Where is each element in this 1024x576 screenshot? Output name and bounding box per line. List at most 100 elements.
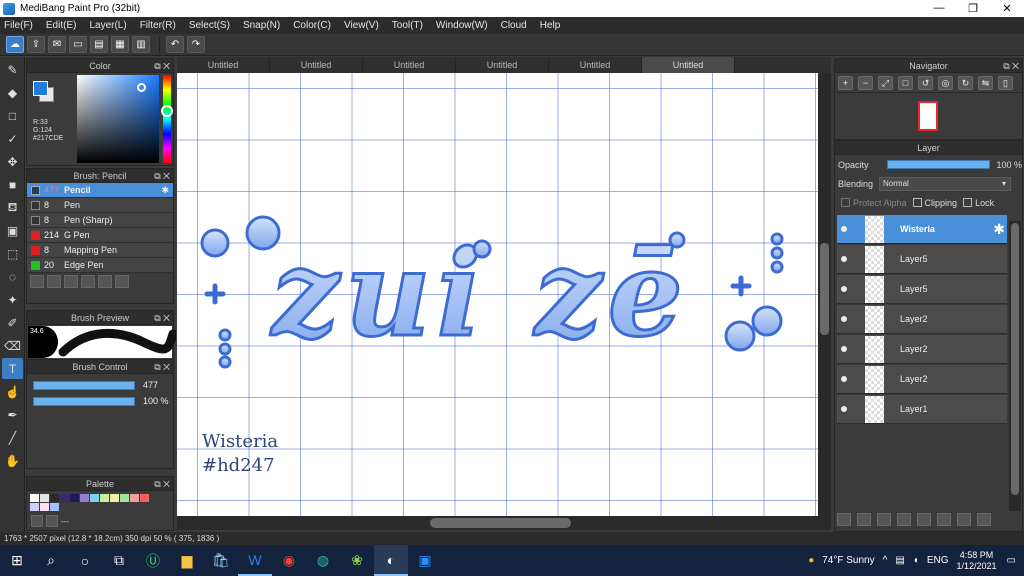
- layer-row[interactable]: Layer1: [837, 395, 1007, 424]
- scroll-thumb[interactable]: [1011, 223, 1019, 495]
- layer-row[interactable]: Layer2: [837, 365, 1007, 394]
- brush-opacity-slider[interactable]: [33, 396, 135, 406]
- gear-icon[interactable]: ✱: [161, 185, 169, 196]
- blending-select[interactable]: Normal ▾: [879, 176, 1012, 191]
- copy-icon[interactable]: [115, 275, 129, 288]
- tab-untitled-active[interactable]: Untitled: [642, 57, 735, 73]
- clipping-checkbox[interactable]: [912, 198, 922, 207]
- panel-close-icon[interactable]: ⧉ ✕: [154, 311, 170, 325]
- brush-item-pen[interactable]: 8 Pen: [27, 198, 173, 213]
- menu-edit[interactable]: Edit(E): [46, 20, 77, 31]
- rectangle-tool-icon[interactable]: □: [2, 105, 23, 126]
- windows-start-icon[interactable]: ⊞: [0, 545, 34, 576]
- medibang-icon[interactable]: ◐: [374, 545, 408, 576]
- palette-swatch[interactable]: [100, 494, 109, 502]
- redo-icon[interactable]: ↷: [187, 36, 205, 53]
- close-button[interactable]: ✕: [990, 2, 1024, 15]
- canvas-vertical-scrollbar[interactable]: [818, 73, 831, 516]
- panel-close-icon[interactable]: ⧉ ✕: [154, 360, 170, 374]
- visibility-eye-icon[interactable]: [837, 282, 851, 296]
- layer-row[interactable]: Layer2: [837, 335, 1007, 364]
- navigator-thumbnail[interactable]: [918, 101, 938, 131]
- menu-filter[interactable]: Filter(R): [140, 20, 176, 31]
- new-layer-8bit-icon[interactable]: [857, 513, 871, 526]
- menu-color[interactable]: Color(C): [293, 20, 331, 31]
- visibility-eye-icon[interactable]: [837, 372, 851, 386]
- pages-icon[interactable]: ▥: [132, 36, 150, 53]
- volume-icon[interactable]: ◖: [913, 555, 919, 566]
- lock-checkbox[interactable]: [963, 198, 973, 207]
- divide-tool-icon[interactable]: ╱: [2, 427, 23, 448]
- flip-icon[interactable]: ⇋: [978, 75, 993, 90]
- layer-row[interactable]: Layer2: [837, 305, 1007, 334]
- panel-close-icon[interactable]: ⧉ ✕: [154, 169, 170, 183]
- scroll-thumb[interactable]: [430, 518, 571, 528]
- language-indicator[interactable]: ENG: [927, 555, 949, 566]
- palette-add-icon[interactable]: [31, 515, 43, 527]
- weather-text[interactable]: 74°F Sunny: [822, 555, 874, 566]
- hue-slider[interactable]: [161, 75, 173, 163]
- palette-swatch[interactable]: [40, 494, 49, 502]
- new-brush-icon[interactable]: [47, 275, 61, 288]
- bucket-tool-icon[interactable]: ⛾: [2, 197, 23, 218]
- palette-swatch[interactable]: [50, 494, 59, 502]
- brush-item-pen-sharp[interactable]: 8 Pen (Sharp): [27, 213, 173, 228]
- menu-snap[interactable]: Snap(N): [243, 20, 280, 31]
- tray-chevron-icon[interactable]: ^: [883, 555, 888, 566]
- folder-icon[interactable]: [98, 275, 112, 288]
- app-green-icon[interactable]: ❀: [340, 545, 374, 576]
- network-icon[interactable]: ▤: [895, 555, 904, 566]
- layer-row[interactable]: Layer5: [837, 245, 1007, 274]
- layer-row-wisteria[interactable]: Wisteria ✱: [837, 215, 1007, 244]
- cloud-icon[interactable]: ☁: [6, 36, 24, 53]
- hand-tool-icon[interactable]: ✋: [2, 450, 23, 471]
- upload-icon[interactable]: ⇪: [27, 36, 45, 53]
- menu-layer[interactable]: Layer(L): [89, 20, 126, 31]
- tab-untitled[interactable]: Untitled: [549, 57, 642, 73]
- search-icon[interactable]: ⌕: [34, 545, 68, 576]
- select-pen-tool-icon[interactable]: ✐: [2, 312, 23, 333]
- brush-item-mapping-pen[interactable]: 8 Mapping Pen: [27, 243, 173, 258]
- saturation-value-picker[interactable]: [77, 75, 159, 163]
- palette-swatch[interactable]: [30, 494, 39, 502]
- brush-item-edge-pen[interactable]: 20 Edge Pen: [27, 258, 173, 273]
- gear-icon[interactable]: ✱: [993, 221, 1005, 238]
- clock[interactable]: 4:58 PM 1/12/2021: [957, 550, 997, 572]
- menu-window[interactable]: Window(W): [436, 20, 488, 31]
- word-icon[interactable]: W: [238, 545, 272, 576]
- menu-cloud[interactable]: Cloud: [501, 20, 527, 31]
- palette-swatch[interactable]: [130, 494, 139, 502]
- protect-alpha-checkbox[interactable]: [841, 198, 850, 207]
- brush-list-icon[interactable]: [81, 275, 95, 288]
- rotate-left-icon[interactable]: ↺: [918, 75, 933, 90]
- palette-swatch[interactable]: [110, 494, 119, 502]
- gradient-tool-icon[interactable]: ▣: [2, 220, 23, 241]
- cortana-icon[interactable]: ○: [68, 545, 102, 576]
- tab-untitled[interactable]: Untitled: [270, 57, 363, 73]
- brush-settings-icon[interactable]: [30, 275, 44, 288]
- fit-icon[interactable]: ⤢: [878, 75, 893, 90]
- pen-tool-icon[interactable]: ✓: [2, 128, 23, 149]
- palette-swatch[interactable]: [80, 494, 89, 502]
- notification-icon[interactable]: ▭: [1007, 555, 1016, 566]
- layer-opacity-slider[interactable]: [886, 160, 991, 169]
- actual-size-icon[interactable]: □: [898, 75, 913, 90]
- palette-swatch[interactable]: [40, 503, 49, 511]
- visibility-eye-icon[interactable]: [837, 252, 851, 266]
- store-icon[interactable]: 🛍: [204, 545, 238, 576]
- visibility-eye-icon[interactable]: [837, 312, 851, 326]
- panel-close-icon[interactable]: ⧉ ✕: [154, 59, 170, 73]
- brush-tool-icon[interactable]: ✎: [2, 59, 23, 80]
- rotate-reset-icon[interactable]: ◎: [938, 75, 953, 90]
- zoom-out-icon[interactable]: −: [858, 75, 873, 90]
- menu-tool[interactable]: Tool(T): [392, 20, 423, 31]
- folder-icon[interactable]: [917, 513, 931, 526]
- minimize-button[interactable]: —: [922, 2, 956, 15]
- visibility-eye-icon[interactable]: [837, 222, 851, 236]
- chat-icon[interactable]: ✉: [48, 36, 66, 53]
- brush-item-g-pen[interactable]: 214 G Pen: [27, 228, 173, 243]
- new-layer-1bit-icon[interactable]: [877, 513, 891, 526]
- palette-swatch[interactable]: [70, 494, 79, 502]
- file-explorer-icon[interactable]: ▆: [170, 545, 204, 576]
- canvas-horizontal-scrollbar[interactable]: [177, 516, 831, 530]
